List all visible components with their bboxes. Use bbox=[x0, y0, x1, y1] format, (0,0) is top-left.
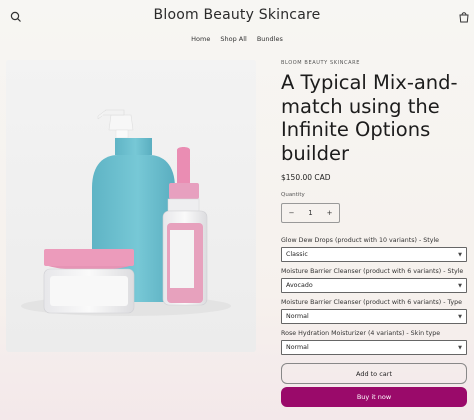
product-image[interactable] bbox=[6, 60, 256, 352]
nav-bundles[interactable]: Bundles bbox=[257, 35, 283, 43]
nav-shop-all[interactable]: Shop All bbox=[220, 35, 246, 43]
quantity-label: Quantity bbox=[281, 192, 305, 199]
quantity-decrease-button[interactable]: − bbox=[282, 209, 301, 217]
site-header: Bloom Beauty Skincare Home Shop All Bund… bbox=[0, 0, 474, 50]
chevron-down-icon: ▼ bbox=[458, 344, 462, 351]
option-value: Normal bbox=[286, 344, 309, 352]
option-label-glow-dew-style: Glow Dew Drops (product with 10 variants… bbox=[281, 237, 440, 245]
site-title[interactable]: Bloom Beauty Skincare bbox=[0, 7, 474, 23]
quantity-input[interactable]: 1 bbox=[301, 209, 320, 217]
main-nav: Home Shop All Bundles bbox=[0, 35, 474, 43]
product-info: BLOOM BEAUTY SKINCARE A Typical Mix-and-… bbox=[281, 60, 467, 408]
option-label-moisturizer-skin-type: Rose Hydration Moisturizer (4 variants) … bbox=[281, 330, 441, 338]
option-label-cleanser-style: Moisture Barrier Cleanser (product with … bbox=[281, 268, 464, 276]
quantity-stepper: − 1 + bbox=[281, 203, 340, 224]
product-price: $150.00 CAD bbox=[281, 173, 331, 183]
bag-icon[interactable] bbox=[457, 9, 471, 23]
chevron-down-icon: ▼ bbox=[458, 282, 462, 289]
chevron-down-icon: ▼ bbox=[458, 313, 462, 320]
option-value: Normal bbox=[286, 313, 309, 321]
nav-home[interactable]: Home bbox=[191, 35, 210, 43]
product-title: A Typical Mix-and-match using the Infini… bbox=[281, 71, 458, 165]
option-select-glow-dew-style[interactable]: Classic ▼ bbox=[281, 247, 467, 263]
product-vendor: BLOOM BEAUTY SKINCARE bbox=[281, 60, 360, 66]
option-label-cleanser-type: Moisture Barrier Cleanser (product with … bbox=[281, 299, 462, 307]
quantity-increase-button[interactable]: + bbox=[320, 209, 339, 217]
option-select-cleanser-type[interactable]: Normal ▼ bbox=[281, 309, 467, 325]
chevron-down-icon: ▼ bbox=[458, 251, 462, 258]
option-select-moisturizer-skin-type[interactable]: Normal ▼ bbox=[281, 340, 467, 356]
buy-it-now-button[interactable]: Buy it now bbox=[281, 387, 467, 408]
add-to-cart-button[interactable]: Add to cart bbox=[281, 363, 467, 385]
option-value: Avocado bbox=[286, 282, 313, 290]
option-select-cleanser-style[interactable]: Avocado ▼ bbox=[281, 278, 467, 294]
option-value: Classic bbox=[286, 251, 308, 259]
